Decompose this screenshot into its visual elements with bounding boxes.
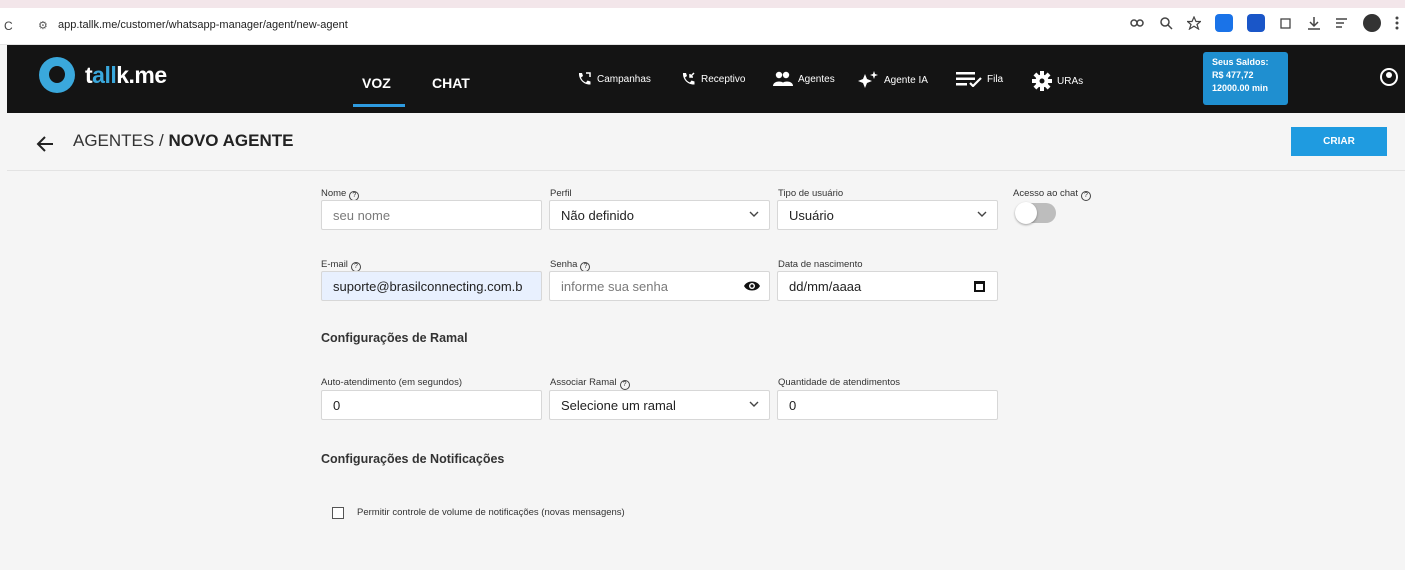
breadcrumb: AGENTES / NOVO AGENTE [73, 131, 293, 151]
sparkles-icon [858, 71, 878, 88]
menu-label: Agentes [798, 73, 835, 85]
queue-icon[interactable] [1335, 17, 1349, 29]
reload-icon[interactable]: C [4, 19, 13, 33]
tab-voz[interactable]: VOZ [362, 75, 391, 91]
gear-icon [1032, 71, 1052, 91]
logo-text: tallk.me [85, 61, 167, 88]
acesso-chat-toggle[interactable] [1015, 202, 1056, 224]
chevron-down-icon [749, 401, 759, 407]
balance-badge[interactable]: Seus Saldos: R$ 477,72 12000.00 min [1203, 52, 1288, 105]
tipo-select[interactable]: Usuário [777, 200, 998, 230]
extension-icon[interactable] [1247, 14, 1265, 32]
balance-minutes: 12000.00 min [1212, 83, 1269, 93]
auto-atendimento-input[interactable]: 0 [321, 390, 542, 420]
eye-icon[interactable] [743, 279, 761, 293]
key-icon[interactable] [1130, 18, 1146, 28]
browser-toolbar: C ⚙ app.tallk.me/customer/whatsapp-manag… [0, 0, 1405, 45]
auto-label: Auto-atendimento (em segundos) [321, 377, 462, 388]
chat-bubble-logo-icon [39, 57, 75, 93]
zoom-icon[interactable] [1160, 16, 1173, 30]
phone-outgoing-icon [578, 72, 591, 85]
phone-incoming-icon [682, 72, 695, 85]
perfil-select[interactable]: Não definido [549, 200, 770, 230]
chevron-down-icon [749, 211, 759, 217]
perfil-label: Perfil [550, 188, 572, 199]
tab-chat[interactable]: CHAT [432, 75, 470, 91]
account-avatar-icon[interactable] [1380, 68, 1398, 86]
help-icon[interactable]: ? [619, 380, 630, 390]
balance-money: R$ 477,72 [1212, 70, 1254, 80]
menu-label: URAs [1057, 75, 1084, 87]
nascimento-placeholder: dd/mm/aaaa [789, 279, 862, 294]
senha-placeholder: informe sua senha [561, 279, 668, 294]
menu-label: Campanhas [597, 73, 651, 85]
tipo-value: Usuário [789, 208, 834, 223]
menu-label: Agente IA [884, 74, 928, 86]
nascimento-label: Data de nascimento [778, 259, 863, 270]
acesso-label: Acesso ao chat? [1013, 188, 1091, 201]
top-navbar: tallk.me VOZ CHAT Campanhas Receptivo Ag… [7, 45, 1405, 113]
breadcrumb-parent[interactable]: AGENTES [73, 131, 154, 150]
menu-fila[interactable]: Fila [956, 71, 1003, 87]
quantidade-label: Quantidade de atendimentos [778, 377, 901, 388]
perfil-value: Não definido [561, 208, 634, 223]
site-info-icon[interactable]: ⚙ [38, 19, 48, 32]
senha-input[interactable]: informe sua senha [549, 271, 770, 301]
header-divider [7, 170, 1405, 171]
volume-checkbox[interactable] [332, 507, 344, 519]
associar-label: Associar Ramal? [550, 377, 630, 390]
address-bar[interactable]: app.tallk.me/customer/whatsapp-manager/a… [58, 19, 348, 31]
breadcrumb-current: NOVO AGENTE [168, 131, 294, 150]
calendar-icon[interactable] [974, 281, 985, 292]
nome-input[interactable]: seu nome [321, 200, 542, 230]
menu-icon[interactable] [1395, 16, 1399, 30]
balance-title: Seus Saldos: [1212, 57, 1269, 67]
star-icon[interactable] [1187, 16, 1201, 30]
puzzle-icon[interactable] [1279, 16, 1293, 30]
chevron-down-icon [977, 211, 987, 217]
menu-receptivo[interactable]: Receptivo [680, 71, 745, 87]
menu-campanhas[interactable]: Campanhas [576, 71, 651, 87]
volume-checkbox-label[interactable]: Permitir controle de volume de notificaç… [357, 507, 625, 518]
menu-label: Receptivo [701, 73, 746, 85]
download-icon[interactable] [1307, 16, 1321, 30]
list-check-icon [956, 72, 982, 87]
nascimento-input[interactable]: dd/mm/aaaa [777, 271, 998, 301]
menu-uras[interactable]: URAs [1032, 71, 1083, 91]
create-button[interactable]: CRIAR [1291, 127, 1387, 156]
email-input[interactable]: suporte@brasilconnecting.com.b [321, 271, 542, 301]
browser-tab-strip [0, 0, 1405, 8]
associar-value: Selecione um ramal [561, 398, 676, 413]
menu-label: Fila [987, 73, 1004, 85]
browser-actions [1130, 14, 1399, 32]
menu-agente-ia[interactable]: Agente IA [857, 71, 928, 89]
ramal-section-title: Configurações de Ramal [321, 331, 468, 345]
associar-ramal-select[interactable]: Selecione um ramal [549, 390, 770, 420]
users-icon [773, 71, 793, 86]
extension-icon[interactable] [1215, 14, 1233, 32]
breadcrumb-separator: / [158, 131, 164, 150]
logo[interactable]: tallk.me [39, 57, 167, 93]
back-arrow-icon[interactable] [36, 135, 54, 153]
active-tab-indicator [353, 104, 405, 107]
profile-icon[interactable] [1363, 14, 1381, 32]
help-icon[interactable]: ? [1080, 191, 1091, 201]
notificacoes-section-title: Configurações de Notificações [321, 452, 505, 466]
menu-agentes[interactable]: Agentes [773, 71, 835, 87]
tipo-label: Tipo de usuário [778, 188, 844, 199]
quantidade-input[interactable]: 0 [777, 390, 998, 420]
